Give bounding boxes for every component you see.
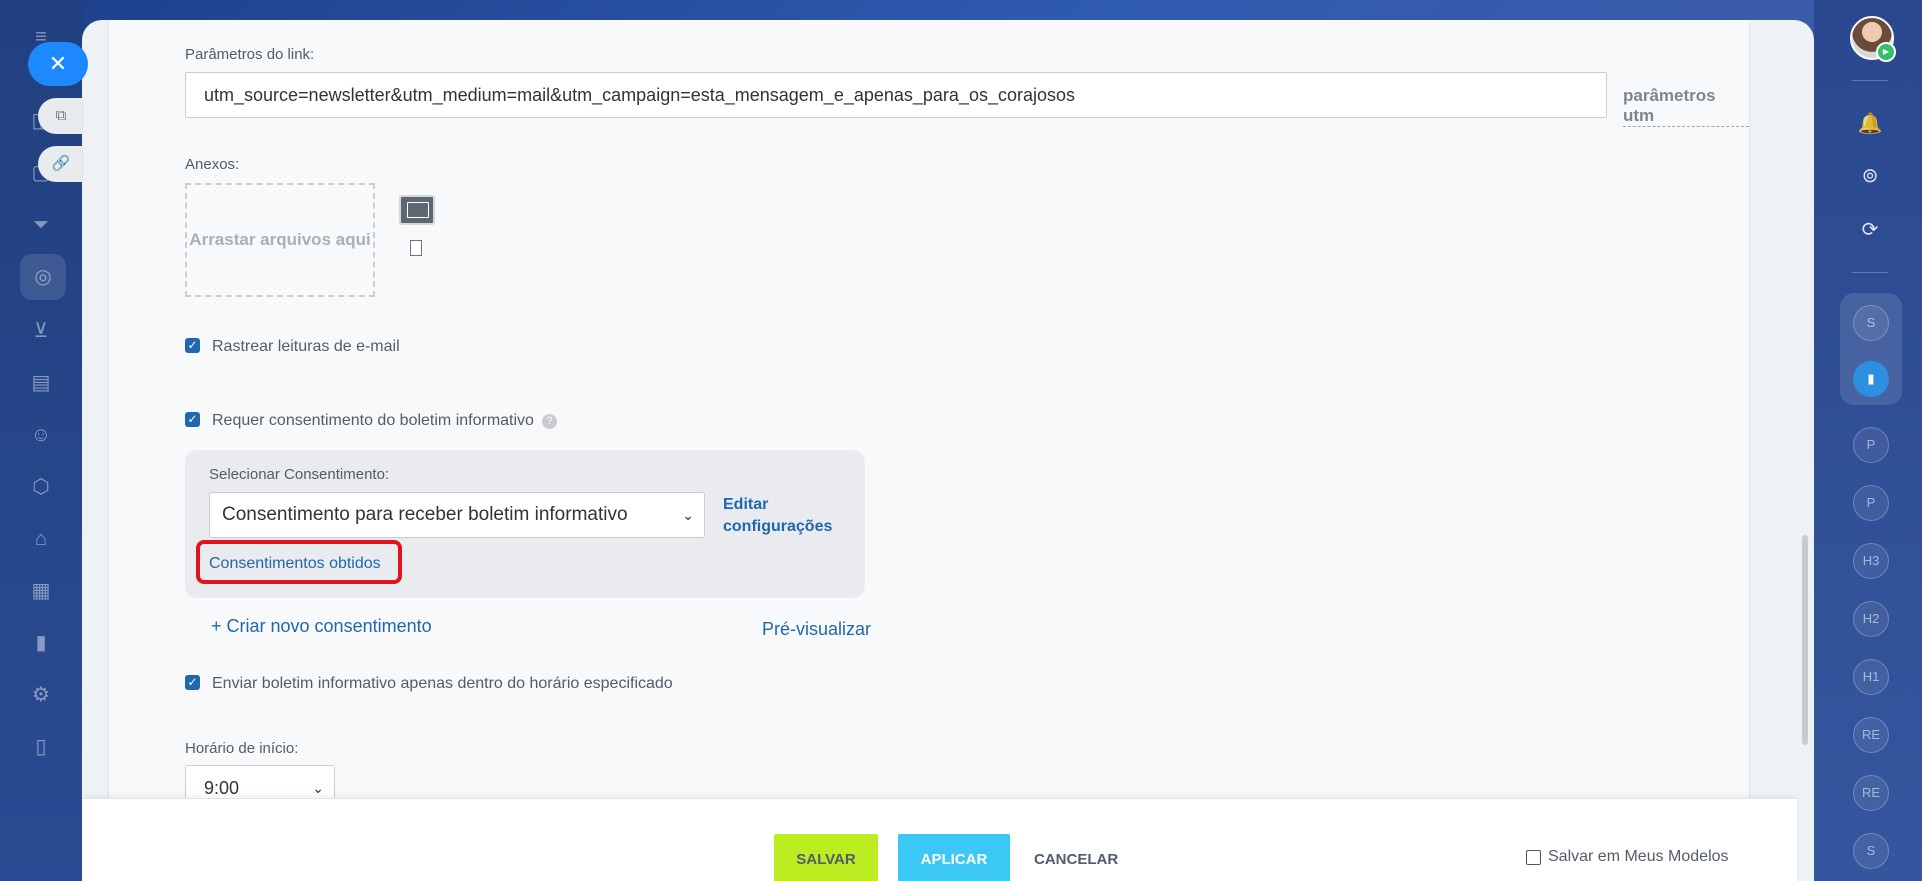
dropzone-text: Arrastar arquivos aqui (189, 230, 371, 249)
cart-icon[interactable]: ⊻ (28, 318, 54, 344)
apply-button[interactable]: APLICAR (898, 834, 1010, 881)
select-consent-label: Selecionar Consentimento: (209, 466, 390, 483)
require-consent-checkbox[interactable]: ✓ (185, 412, 200, 427)
contact-badge-h3[interactable]: H3 (1853, 543, 1889, 579)
contact-badge-re[interactable]: RE (1853, 717, 1889, 753)
link-params-label: Parâmetros do link: (185, 46, 315, 63)
start-time-label: Horário de início: (185, 740, 299, 757)
contact-badge-p2[interactable]: P (1853, 485, 1889, 521)
contact-badge-re2[interactable]: RE (1853, 775, 1889, 811)
scrollbar[interactable] (1802, 535, 1808, 745)
contact-badge-s2[interactable]: S (1853, 833, 1889, 869)
send-within-hours-label: Enviar boletim informativo apenas dentro… (212, 675, 673, 692)
target-icon[interactable]: ◎ (20, 254, 66, 300)
preview-link[interactable]: Pré-visualizar (762, 619, 871, 640)
newsletter-editor-panel: Parâmetros do link: utm_source=newslette… (82, 20, 1814, 881)
robot-icon[interactable]: ☺ (28, 422, 54, 448)
track-reads-label: Rastrear leituras de e-mail (212, 338, 400, 355)
utm-params-link[interactable]: parâmetros utm (1623, 86, 1749, 127)
track-reads-checkbox[interactable]: ✓ (185, 338, 200, 353)
consent-select[interactable]: Consentimento para receber boletim infor… (209, 492, 705, 538)
settings-card: Parâmetros do link: utm_source=newslette… (108, 20, 1750, 811)
contact-badge-s[interactable]: S (1853, 305, 1889, 341)
online-status-icon: ▶ (1876, 42, 1896, 62)
chevron-down-icon: ⌄ (682, 507, 694, 523)
send-within-hours-checkbox[interactable]: ✓ (185, 675, 200, 690)
save-template-checkbox[interactable] (1526, 850, 1541, 865)
external-link-icon[interactable]: ⧉ (38, 98, 84, 134)
edit-settings-link[interactable]: Editar configurações (723, 494, 843, 538)
create-consent-link[interactable]: + Criar novo consentimento (211, 616, 432, 637)
funnel-icon[interactable]: ⏷ (28, 212, 54, 238)
fingerprint-icon[interactable]: ⊚ (1854, 160, 1886, 192)
require-consent-text: Requer consentimento do boletim informat… (212, 412, 534, 429)
file-dropzone[interactable]: Arrastar arquivos aqui (185, 183, 375, 297)
id-card-icon[interactable]: ▤ (28, 370, 54, 396)
cancel-button[interactable]: CANCELAR (1028, 834, 1138, 881)
sync-icon[interactable]: ⟳ (1854, 214, 1886, 246)
save-button[interactable]: SALVAR (774, 834, 878, 881)
box-icon[interactable]: ⬡ (28, 474, 54, 500)
attachments-label: Anexos: (185, 156, 240, 173)
save-template-label: Salvar em Meus Modelos (1548, 848, 1729, 865)
require-consent-label: Requer consentimento do boletim informat… (212, 412, 557, 430)
bell-icon[interactable]: 🔔 (1854, 108, 1886, 140)
link-params-input[interactable]: utm_source=newsletter&utm_medium=mail&ut… (185, 72, 1607, 118)
link-icon[interactable]: 🔗 (38, 146, 84, 182)
consent-selected-value: Consentimento para receber boletim infor… (222, 504, 628, 525)
avatar[interactable]: ▶ (1850, 16, 1896, 62)
obtained-consents-link[interactable]: Consentimentos obtidos (209, 555, 381, 573)
contact-badge-h2[interactable]: H2 (1853, 601, 1889, 637)
calendar-icon[interactable]: ▦ (28, 578, 54, 604)
warehouse-icon[interactable]: ⌂ (28, 526, 54, 552)
right-sidebar: ▶ 🔔 ⊚ ⟳ S ▮ P P H3 H2 H1 RE RE S (1814, 0, 1922, 881)
file-icon[interactable] (410, 240, 422, 256)
chart-icon[interactable]: ▮ (28, 630, 54, 656)
bookmark-icon[interactable]: ▮ (1853, 361, 1889, 397)
image-icon[interactable] (399, 195, 435, 225)
contact-badge-h1[interactable]: H1 (1853, 659, 1889, 695)
contact-badge-p[interactable]: P (1853, 427, 1889, 463)
close-icon[interactable]: ✕ (28, 42, 88, 86)
settings-icon[interactable]: ⚙ (28, 682, 54, 708)
start-time-value: 9:00 (204, 778, 240, 798)
footer-toolbar: SALVAR APLICAR CANCELAR Salvar em Meus M… (82, 798, 1797, 881)
document-icon[interactable]: ▯ (28, 734, 54, 760)
help-icon[interactable]: ? (541, 414, 557, 429)
